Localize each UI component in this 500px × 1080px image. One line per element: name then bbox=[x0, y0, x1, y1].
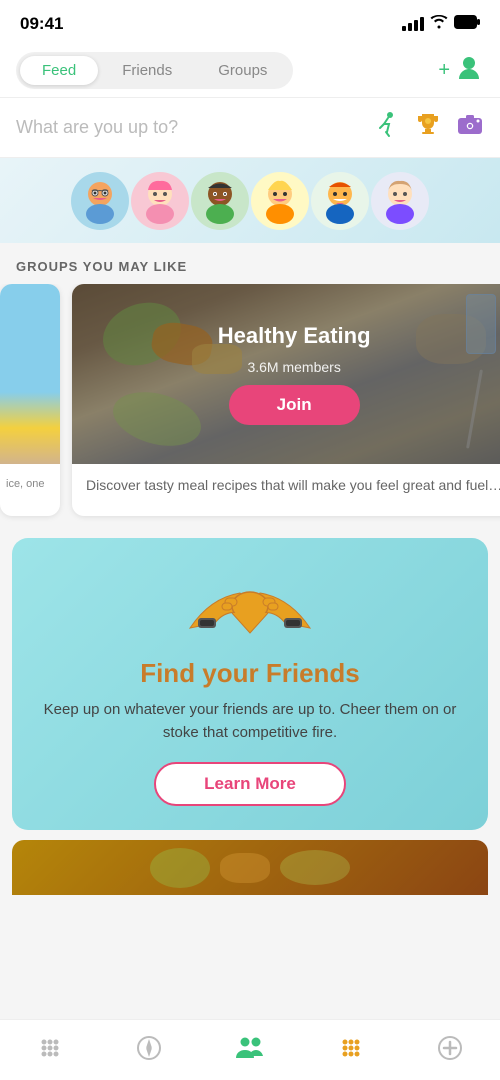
join-button[interactable]: Join bbox=[229, 385, 360, 425]
avatar-strip bbox=[63, 172, 437, 230]
search-placeholder[interactable]: What are you up to? bbox=[16, 117, 178, 138]
group-card-healthy-eating[interactable]: Healthy Eating 3.6M members Join Discove… bbox=[72, 284, 500, 516]
compass-icon bbox=[135, 1034, 163, 1062]
status-bar: 09:41 bbox=[0, 0, 500, 44]
runner-icon[interactable] bbox=[372, 110, 400, 145]
wifi-icon bbox=[430, 15, 448, 34]
camera-icon[interactable] bbox=[456, 110, 484, 145]
status-icons bbox=[402, 15, 480, 34]
bottom-nav bbox=[0, 1019, 500, 1080]
group-description: Discover tasty meal recipes that will ma… bbox=[72, 464, 500, 508]
plus-icon: + bbox=[438, 59, 450, 82]
partial-left-image bbox=[0, 284, 60, 464]
friends-icon bbox=[235, 1034, 265, 1062]
bottom-nav-explore[interactable] bbox=[123, 1030, 175, 1066]
avatar-6[interactable] bbox=[371, 172, 429, 230]
avatar-banner bbox=[0, 158, 500, 243]
battery-icon bbox=[454, 15, 480, 34]
tab-feed[interactable]: Feed bbox=[20, 56, 98, 85]
find-friends-banner: Find your Friends Keep up on whatever yo… bbox=[12, 538, 488, 830]
groups-scroll: ice, one Healthy Eating 3.6M members J bbox=[0, 284, 500, 528]
search-bar: What are you up to? bbox=[0, 98, 500, 158]
food-peek bbox=[12, 840, 488, 895]
avatar-2[interactable] bbox=[131, 172, 189, 230]
bottom-nav-challenges[interactable] bbox=[325, 1030, 377, 1066]
tab-groups[interactable]: Groups bbox=[196, 56, 289, 85]
group-overlay: Healthy Eating 3.6M members Join bbox=[72, 284, 500, 464]
partial-left-text: ice, one bbox=[0, 464, 60, 502]
nav-tabs: Feed Friends Groups bbox=[16, 52, 293, 89]
avatar-4[interactable] bbox=[251, 172, 309, 230]
avatar-3[interactable] bbox=[191, 172, 249, 230]
groups-section-title: GROUPS YOU MAY LIKE bbox=[0, 243, 500, 284]
person-icon bbox=[454, 53, 484, 89]
challenges-icon bbox=[337, 1034, 365, 1062]
find-friends-description: Keep up on whatever your friends are up … bbox=[12, 699, 488, 744]
group-card-partial-left[interactable]: ice, one bbox=[0, 284, 60, 516]
dashboard-icon bbox=[36, 1034, 64, 1062]
avatar-1[interactable] bbox=[71, 172, 129, 230]
group-name: Healthy Eating bbox=[218, 323, 371, 349]
status-time: 09:41 bbox=[20, 14, 63, 34]
trophy-icon[interactable] bbox=[414, 110, 442, 145]
handshake-illustration bbox=[170, 538, 330, 658]
tab-friends[interactable]: Friends bbox=[100, 56, 194, 85]
search-action-icons bbox=[372, 110, 484, 145]
bottom-nav-add[interactable] bbox=[424, 1030, 476, 1066]
avatar-5[interactable] bbox=[311, 172, 369, 230]
learn-more-button[interactable]: Learn More bbox=[154, 762, 346, 806]
signal-icon bbox=[402, 17, 424, 31]
group-members: 3.6M members bbox=[247, 359, 340, 375]
group-card-image: Healthy Eating 3.6M members Join bbox=[72, 284, 500, 464]
add-friend-button[interactable]: + bbox=[438, 53, 484, 89]
find-friends-title: Find your Friends bbox=[12, 658, 488, 689]
bottom-nav-dashboard[interactable] bbox=[24, 1030, 76, 1066]
nav-bar: Feed Friends Groups + bbox=[0, 44, 500, 98]
add-icon bbox=[436, 1034, 464, 1062]
bottom-nav-friends[interactable] bbox=[223, 1030, 277, 1066]
